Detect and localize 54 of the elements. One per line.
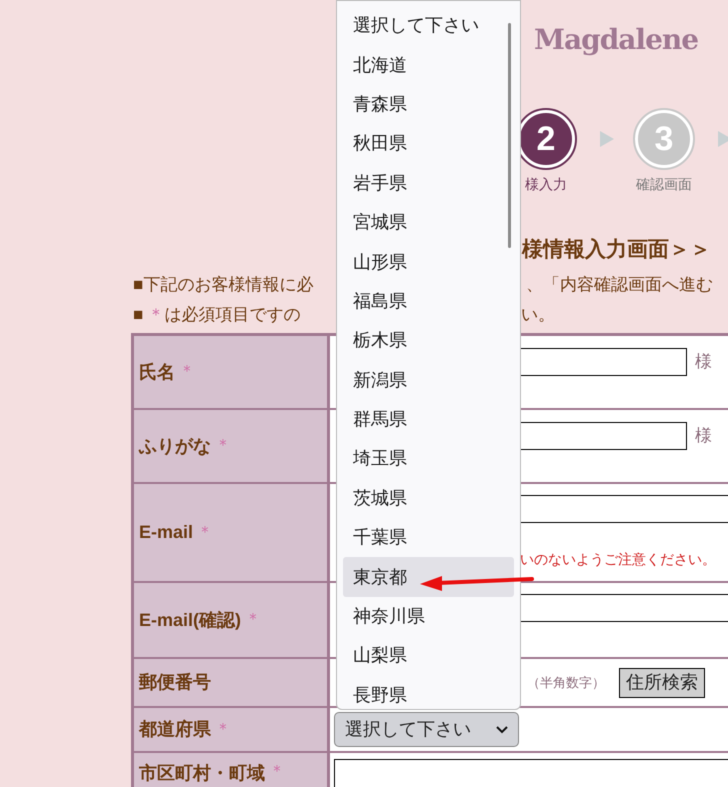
dropdown-option[interactable]: 東京都 bbox=[343, 557, 514, 597]
required-mark: ＊ bbox=[197, 522, 214, 542]
required-mark: ＊ bbox=[215, 720, 231, 740]
email-input[interactable] bbox=[520, 594, 728, 622]
step-label: 確認画面 bbox=[636, 175, 692, 194]
note-text: 下記のお客様情報に必 bbox=[143, 274, 314, 296]
dropdown-option[interactable]: 北海道 bbox=[343, 45, 514, 85]
email-input[interactable] bbox=[520, 495, 728, 523]
dropdown-option[interactable]: 茨城県 bbox=[343, 478, 514, 518]
text-input[interactable] bbox=[520, 422, 687, 450]
required-mark: ＊ bbox=[215, 436, 231, 456]
field-label: 郵便番号 bbox=[139, 671, 211, 694]
required-mark: ＊ bbox=[245, 610, 262, 630]
required-mark: ＊ bbox=[179, 362, 195, 382]
required-mark: ＊ bbox=[147, 304, 164, 326]
dropdown-option[interactable]: 栃木県 bbox=[343, 321, 514, 361]
dropdown-option[interactable]: 千葉県 bbox=[343, 518, 514, 558]
dropdown-option[interactable]: 埼玉県 bbox=[343, 439, 514, 479]
field-label: 氏名 bbox=[139, 360, 175, 384]
address-search-button[interactable]: 住所検索 bbox=[619, 668, 705, 698]
hint-text: （半角数字） bbox=[527, 674, 605, 692]
note-text: い。 bbox=[521, 305, 555, 324]
field-label: ふりがな bbox=[139, 434, 211, 458]
dropdown-option[interactable]: 秋田県 bbox=[343, 124, 514, 164]
dropdown-option[interactable]: 青森県 bbox=[343, 84, 514, 124]
suffix-text: 様 bbox=[695, 425, 712, 447]
dropdown-option[interactable]: 山形県 bbox=[343, 242, 514, 282]
field-label: 都道府県 bbox=[139, 718, 211, 741]
text-input[interactable] bbox=[520, 348, 687, 376]
dropdown-option[interactable]: 宮城県 bbox=[343, 202, 514, 242]
dropdown-option[interactable]: 岩手県 bbox=[343, 164, 514, 203]
dropdown-option[interactable]: 選択して下さい bbox=[343, 6, 514, 46]
note-text: は必須項目ですの bbox=[164, 304, 300, 326]
step-label: 様入力 bbox=[525, 175, 567, 194]
text-input[interactable] bbox=[334, 759, 728, 787]
dropdown-option[interactable]: 群馬県 bbox=[343, 400, 514, 440]
field-label: 市区町村・町域 bbox=[139, 762, 265, 785]
dropdown-option[interactable]: 福島県 bbox=[343, 282, 514, 322]
required-mark: ＊ bbox=[269, 762, 285, 782]
field-label: E-mail bbox=[139, 521, 194, 544]
triangle-icon bbox=[718, 131, 728, 147]
bullet: ■ bbox=[133, 304, 144, 326]
logo: Magdalene bbox=[534, 22, 698, 58]
triangle-icon bbox=[600, 131, 614, 147]
dropdown-option[interactable]: 山梨県 bbox=[343, 636, 514, 676]
field-label: E-mail(確認) bbox=[139, 608, 242, 632]
warning-text: いのないようご注意ください。 bbox=[520, 550, 717, 569]
bullet: ■ bbox=[133, 274, 144, 296]
chevron-down-icon bbox=[496, 726, 508, 734]
suffix-text: 様 bbox=[695, 351, 712, 373]
prefecture-select[interactable]: 選択して下さい bbox=[334, 712, 519, 747]
dropdown-option[interactable]: 新潟県 bbox=[343, 360, 514, 400]
page-title: 様情報入力画面＞＞ bbox=[522, 236, 711, 262]
note-text: 、「内容確認画面へ進む bbox=[526, 275, 713, 294]
